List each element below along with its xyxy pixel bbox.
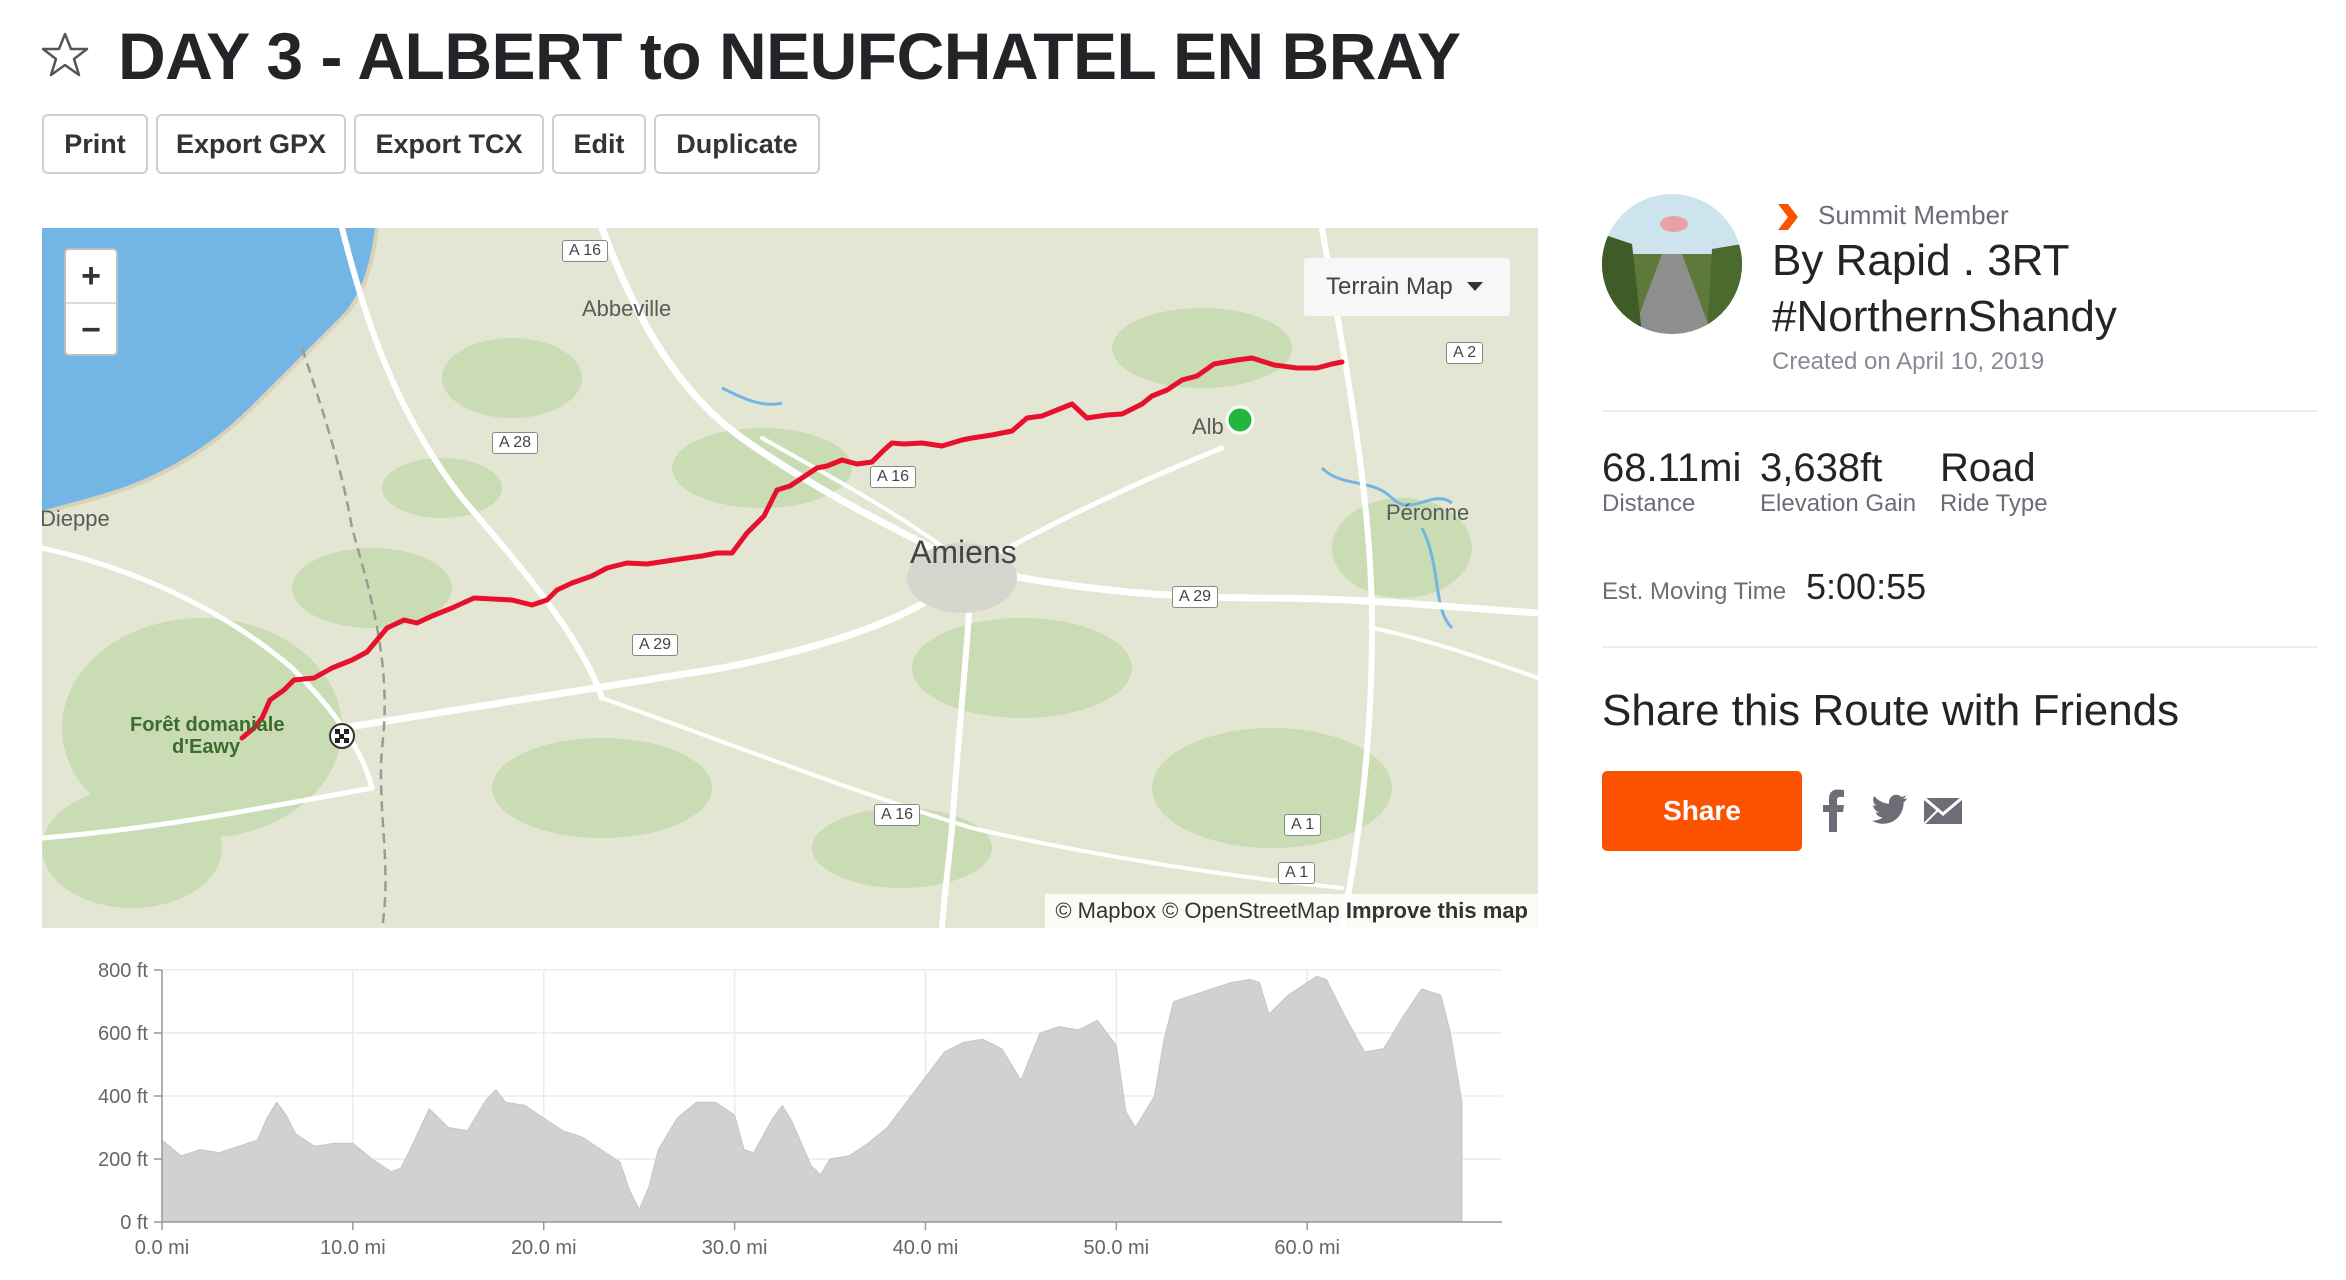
- author-name[interactable]: By Rapid . 3RT: [1772, 236, 2070, 286]
- divider: [1602, 410, 2318, 412]
- map-attribution: © Mapbox © OpenStreetMap Improve this ma…: [1045, 894, 1538, 928]
- mapbox-link[interactable]: © Mapbox: [1055, 898, 1156, 924]
- share-button[interactable]: Share: [1602, 771, 1802, 851]
- divider: [1602, 646, 2318, 648]
- road-shield-a2: A 2: [1446, 342, 1484, 364]
- distance-value: 68.11mi: [1602, 446, 1742, 490]
- place-label-eawy: d'Eawy: [172, 736, 241, 758]
- created-date: Created on April 10, 2019: [1772, 348, 2045, 375]
- duplicate-button[interactable]: Duplicate: [654, 114, 820, 174]
- start-marker: [1225, 405, 1255, 435]
- y-tick-label: 0 ft: [120, 1212, 148, 1234]
- x-tick-label: 0.0 mi: [135, 1237, 189, 1256]
- share-heading: Share this Route with Friends: [1602, 686, 2180, 735]
- map-style-dropdown[interactable]: Terrain Map: [1304, 258, 1510, 316]
- x-tick-label: 40.0 mi: [893, 1237, 959, 1256]
- y-tick-label: 600 ft: [98, 1023, 148, 1045]
- elevation-gain-value: 3,638ft: [1760, 446, 1883, 490]
- summit-member-badge: Summit Member: [1818, 200, 2009, 230]
- x-tick-label: 50.0 mi: [1084, 1237, 1150, 1256]
- export-tcx-button[interactable]: Export TCX: [354, 114, 544, 174]
- road-shield-a28: A 28: [492, 432, 539, 454]
- improve-map-link[interactable]: Improve this map: [1346, 898, 1528, 924]
- road-shield-a1: A 1: [1284, 814, 1322, 836]
- place-label-abbeville: Abbeville: [582, 296, 672, 321]
- print-button[interactable]: Print: [42, 114, 148, 174]
- x-tick-label: 20.0 mi: [511, 1237, 577, 1256]
- page-title: DAY 3 - ALBERT to NEUFCHATEL EN BRAY: [118, 19, 1461, 93]
- elevation-chart[interactable]: 0.0 mi 10.0 mi 20.0 mi 30.0 mi 40.0 mi 50.0 m…: [42, 946, 1542, 1256]
- zoom-in-button[interactable]: +: [66, 250, 116, 302]
- moving-time-label: Est. Moving Time: [1602, 578, 1787, 605]
- zoom-control: + −: [64, 248, 118, 356]
- elevation-gain-label: Elevation Gain: [1760, 490, 1917, 517]
- summit-chevron-icon: [1778, 204, 1798, 230]
- x-tick-label: 10.0 mi: [320, 1237, 386, 1256]
- email-icon[interactable]: [1922, 788, 1964, 832]
- favorite-star-icon[interactable]: [40, 30, 90, 80]
- author-name-line2[interactable]: #NorthernShandy: [1772, 292, 2117, 342]
- road-shield-a16: A 16: [562, 240, 609, 262]
- place-label-dieppe: Dieppe: [42, 506, 110, 531]
- y-tick-label: 800 ft: [98, 960, 148, 982]
- road-shield-a1: A 1: [1278, 862, 1316, 884]
- place-label-albert: Alb: [1192, 414, 1224, 439]
- y-tick-label: 400 ft: [98, 1086, 148, 1108]
- map-style-label: Terrain Map: [1326, 273, 1453, 300]
- place-label-foret: Forêt domaniale: [130, 714, 285, 736]
- moving-time-value: 5:00:55: [1806, 566, 1927, 607]
- finish-flag-icon: [329, 723, 355, 749]
- export-gpx-button[interactable]: Export GPX: [156, 114, 346, 174]
- place-label-peronne: Péronne: [1386, 500, 1470, 525]
- road-shield-a16: A 16: [870, 466, 917, 488]
- author-avatar[interactable]: [1602, 194, 1742, 334]
- distance-label: Distance: [1602, 490, 1696, 517]
- osm-link[interactable]: © OpenStreetMap: [1162, 898, 1340, 924]
- ride-type-value: Road: [1940, 446, 2036, 490]
- ride-type-label: Ride Type: [1940, 490, 2048, 517]
- road-shield-a29: A 29: [1172, 586, 1219, 608]
- edit-button[interactable]: Edit: [552, 114, 646, 174]
- twitter-icon[interactable]: [1872, 788, 1908, 832]
- road-shield-a16: A 16: [874, 804, 921, 826]
- x-tick-label: 30.0 mi: [702, 1237, 768, 1256]
- route-map[interactable]: Abbeville Dieppe Amiens Péronne Forêt do…: [42, 228, 1538, 928]
- caret-down-icon: [1466, 282, 1483, 291]
- y-tick-label: 200 ft: [98, 1149, 148, 1171]
- facebook-icon[interactable]: [1820, 788, 1846, 832]
- place-label-amiens: Amiens: [910, 534, 1017, 570]
- x-tick-label: 60.0 mi: [1274, 1237, 1340, 1256]
- road-shield-a29: A 29: [632, 634, 679, 656]
- zoom-out-button[interactable]: −: [66, 304, 116, 356]
- elevation-profile-area: [161, 975, 1463, 1223]
